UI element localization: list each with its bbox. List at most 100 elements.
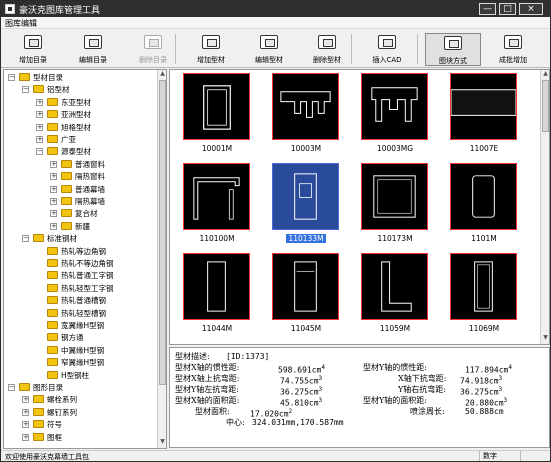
tree-node[interactable]: + 复合材 xyxy=(4,208,154,219)
toolbar-button-label: 插入CAD xyxy=(372,56,402,64)
collapse-icon[interactable]: − xyxy=(36,148,43,156)
menu-item-library-edit[interactable]: 图库编辑 xyxy=(5,18,37,29)
expand-icon[interactable]: + xyxy=(22,408,29,416)
toolbar-button-6[interactable]: 插入CAD xyxy=(359,33,415,66)
toolbar-button-7[interactable]: 图块方式 xyxy=(425,33,481,66)
profile-thumbnail[interactable]: 11069M xyxy=(437,250,531,344)
expand-icon[interactable]: + xyxy=(36,136,43,143)
profile-thumbnail[interactable]: 11007E xyxy=(437,70,531,165)
tree-node[interactable]: 窄翼缘H型钢 xyxy=(4,357,154,368)
tree-node-label: 螺栓系列 xyxy=(47,395,77,405)
tree-node[interactable]: + 螺钉系列 xyxy=(4,407,154,418)
expand-icon[interactable]: + xyxy=(50,173,57,181)
tree-node[interactable]: + 亚洲型材 xyxy=(4,109,154,120)
tree-node[interactable]: + 符号 xyxy=(4,419,154,430)
profile-thumbnail[interactable]: 110133M xyxy=(259,160,353,255)
scroll-up-arrow-icon[interactable]: ▲ xyxy=(159,70,166,78)
profile-thumbnail[interactable]: 10003M xyxy=(259,70,353,165)
profile-code: 10003M xyxy=(290,144,322,153)
tree-node[interactable]: 宽翼缘H型钢 xyxy=(4,320,154,331)
tree-node[interactable]: − 标准钢材 xyxy=(4,233,154,244)
tree-node[interactable]: + 普通幕墙 xyxy=(4,184,154,195)
toolbar-button-4[interactable]: 编辑型材 xyxy=(241,33,297,66)
tree-node[interactable]: − 铝型材 xyxy=(4,84,154,95)
tree-node[interactable]: + 普通窗料 xyxy=(4,159,154,170)
expand-icon[interactable]: + xyxy=(50,160,57,168)
tree-node[interactable]: 热轧不等边角钢 xyxy=(4,258,154,269)
tree-node[interactable]: + 图框 xyxy=(4,432,154,443)
tree-node[interactable]: − 型材目录 xyxy=(4,72,154,83)
center-label: 中心: xyxy=(226,418,245,427)
profile-code: 10001M xyxy=(201,144,233,153)
tree-node[interactable]: + 隔热幕墙 xyxy=(4,196,154,207)
expand-icon[interactable]: + xyxy=(22,421,29,429)
maximize-button[interactable]: □ xyxy=(499,3,516,15)
tree-node[interactable]: + 广亚 xyxy=(4,134,154,145)
profile-thumbnail[interactable]: 11045M xyxy=(259,250,353,344)
tree-node[interactable]: 热轧轻型槽钢 xyxy=(4,308,154,319)
scroll-down-arrow-icon[interactable]: ▼ xyxy=(159,438,166,446)
profile-thumbnail[interactable]: 11044M xyxy=(170,250,264,344)
tree-node[interactable]: − 源泰型材 xyxy=(4,146,154,157)
toolbar-button-2[interactable]: 删除目录 xyxy=(125,33,181,66)
tree-node[interactable]: 热轧普通槽钢 xyxy=(4,295,154,306)
minimize-button[interactable]: — xyxy=(479,3,496,15)
profile-thumbnail[interactable]: 10001M xyxy=(170,70,264,165)
toolbar-button-3[interactable]: 增加型材 xyxy=(183,33,239,66)
collapse-icon[interactable]: − xyxy=(22,86,29,94)
expand-icon[interactable]: + xyxy=(22,396,29,404)
toolbar-button-0[interactable]: 增加目录 xyxy=(5,33,61,66)
tree-node[interactable]: 热轧普通工字钢 xyxy=(4,270,154,281)
profile-thumbnail-label: 110133M xyxy=(259,234,353,244)
tree-node[interactable]: + 旭格型材 xyxy=(4,122,154,133)
profile-thumbnail[interactable]: 11059M xyxy=(348,250,442,344)
expand-icon[interactable]: + xyxy=(36,98,43,106)
insert-cad-icon xyxy=(378,35,396,49)
wx-down-label: X轴下抗弯距: xyxy=(398,374,447,383)
scrollbar-thumb[interactable] xyxy=(542,80,549,132)
collapse-icon[interactable]: − xyxy=(22,235,29,243)
tree-scrollbar[interactable]: ▲ ▼ xyxy=(157,70,166,448)
tree-node[interactable]: + 新疆 xyxy=(4,221,154,232)
scroll-down-arrow-icon[interactable]: ▼ xyxy=(542,334,549,342)
title-bar[interactable]: 豪沃克图库管理工具 — □ × xyxy=(1,1,550,17)
profile-thumbnail[interactable]: 110100M xyxy=(170,160,264,255)
folder-icon xyxy=(47,358,58,367)
tree-node[interactable]: + 螺栓系列 xyxy=(4,394,154,405)
expand-icon[interactable]: + xyxy=(36,111,43,119)
collapse-icon[interactable]: − xyxy=(8,384,15,391)
toolbar-button-1[interactable]: 编辑目录 xyxy=(65,33,121,66)
tree-node[interactable]: 钢方通 xyxy=(4,332,154,343)
toolbar-button-5[interactable]: 删除型材 xyxy=(299,33,355,66)
expand-icon[interactable]: + xyxy=(50,222,57,230)
toolbar-button-8[interactable]: 成批增加 xyxy=(485,33,541,66)
expand-icon[interactable]: + xyxy=(50,185,57,193)
close-button[interactable]: × xyxy=(519,3,543,15)
tree-node[interactable]: + 隔热窗料 xyxy=(4,171,154,182)
profile-thumbnail[interactable]: 10003MG xyxy=(348,70,442,165)
tree-node[interactable]: + 东亚型材 xyxy=(4,97,154,108)
scrollbar-thumb[interactable] xyxy=(159,80,166,385)
collapse-icon[interactable]: − xyxy=(8,74,15,81)
desc-label: 型材描述: xyxy=(175,352,210,361)
directory-tree[interactable]: ▲ ▼ − 型材目录 − 铝型材 + 东亚型材 + 亚洲型材 + 旭格型材 + 广亚 − 源泰型材 + 普通窗… xyxy=(3,69,167,449)
expand-icon[interactable]: + xyxy=(22,433,29,441)
tree-node[interactable]: − 图形目录 xyxy=(4,382,154,393)
tree-node[interactable]: 热轧轻型工字钢 xyxy=(4,283,154,294)
tree-node-label: 图框 xyxy=(47,432,62,442)
expand-icon[interactable]: + xyxy=(36,123,43,131)
profile-thumbnail-label: 11007E xyxy=(437,144,531,154)
profile-preview-image xyxy=(450,163,517,230)
expand-icon[interactable]: + xyxy=(50,210,57,218)
profile-thumbnail[interactable]: 110173M xyxy=(348,160,442,255)
profile-code: 110173M xyxy=(377,234,413,243)
scroll-up-arrow-icon[interactable]: ▲ xyxy=(542,70,549,78)
profile-edit-icon xyxy=(260,35,278,49)
expand-icon[interactable]: + xyxy=(50,198,57,205)
grid-scrollbar[interactable]: ▲ ▼ xyxy=(540,70,549,344)
tree-node[interactable]: H型钢柱 xyxy=(4,370,154,381)
toolbar-separator xyxy=(417,34,418,64)
tree-node[interactable]: 中翼缘H型钢 xyxy=(4,345,154,356)
tree-node[interactable]: 热轧等边角钢 xyxy=(4,246,154,257)
profile-thumbnail[interactable]: 1101M xyxy=(437,160,531,255)
